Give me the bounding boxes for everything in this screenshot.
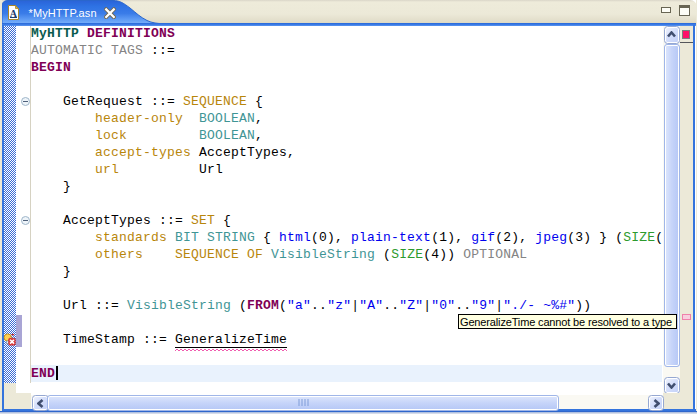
svg-text:A: A [10, 7, 18, 18]
